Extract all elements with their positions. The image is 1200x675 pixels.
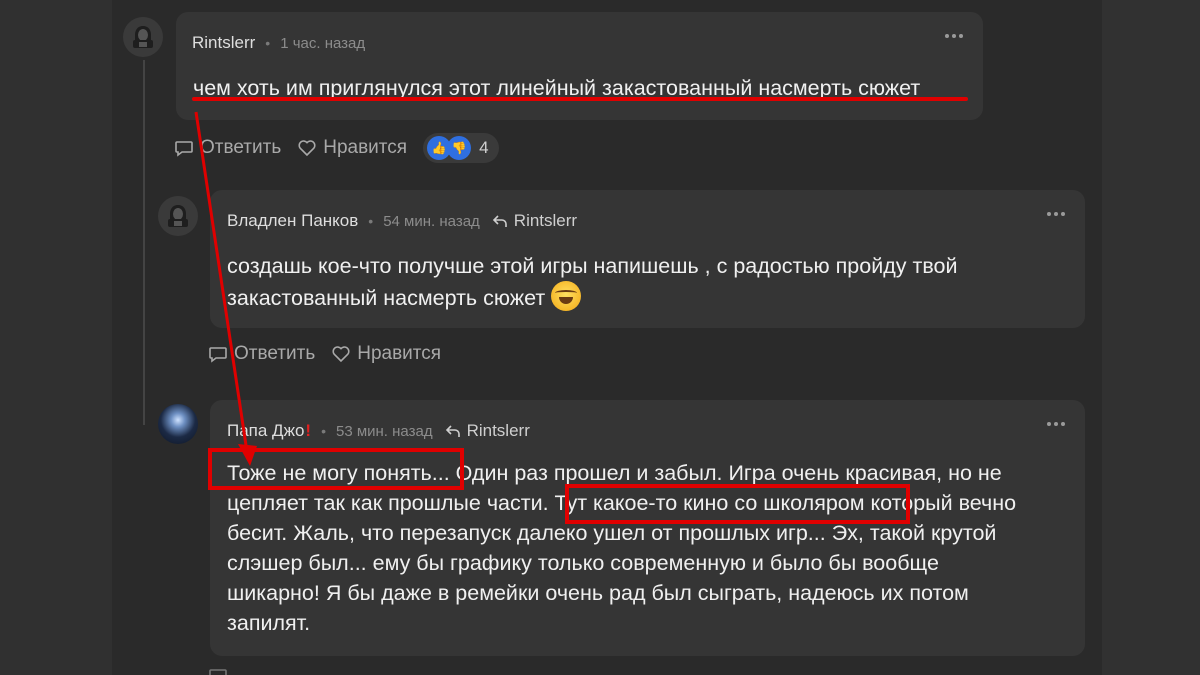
comment-text-line: запилят.: [227, 611, 311, 635]
reply-to-name: Rintslerr: [513, 211, 578, 230]
comment-actions-cutoff: [208, 666, 250, 675]
reply-label: Ответить: [200, 137, 282, 158]
avatar[interactable]: [158, 404, 198, 444]
comment-actions: Ответить Нравится 👍 👎 4: [174, 133, 499, 163]
comment-text-segment: цепляет так как прошлые части.: [227, 491, 555, 515]
separator-dot: •: [321, 423, 326, 439]
comment-author[interactable]: Rintslerr: [192, 33, 255, 53]
right-margin: [1102, 0, 1200, 675]
highlight-box: [208, 448, 464, 490]
reply-to-name: Rintslerr: [466, 421, 530, 440]
comment-text-line: закастованный насмерть сюжет: [227, 281, 1067, 313]
comment-author[interactable]: Папа Джо!: [227, 421, 311, 441]
comment-time: 1 час. назад: [280, 34, 366, 52]
comment-text-line: шикарно! Я бы даже в ремейки очень рад б…: [227, 581, 969, 605]
avatar[interactable]: [123, 17, 163, 57]
separator-dot: •: [368, 213, 374, 229]
comment-text-line: создашь кое-что получше этой игры напише…: [227, 254, 958, 278]
reply-button[interactable]: Ответить: [174, 137, 281, 159]
comment-text-segment: закастованный насмерть сюжет: [227, 286, 546, 310]
comment-text: создашь кое-что получше этой игры напише…: [227, 251, 1067, 313]
reply-button[interactable]: Ответить: [208, 343, 315, 365]
comment-time: 54 мин. назад: [383, 212, 480, 230]
comment-meta: Rintslerr • 1 час. назад: [192, 33, 365, 53]
hacker-avatar-icon: [168, 205, 188, 227]
comment-author[interactable]: Владлен Панков: [227, 211, 358, 231]
comment-actions: Ответить Нравится: [208, 343, 457, 365]
comment-card: Папа Джо! • 53 мин. назад Rintslerr Тоже…: [210, 400, 1085, 656]
reply-label: Ответить: [234, 343, 316, 364]
highlight-underline: [192, 97, 968, 101]
thread-line-2: [143, 195, 163, 425]
reply-arrow-icon: [492, 215, 507, 227]
comment-text-line: слэшер был... ему бы графику только совр…: [227, 551, 939, 575]
left-margin: [0, 0, 112, 675]
comment-card: Rintslerr • 1 час. назад чем хоть им при…: [176, 12, 983, 120]
speech-bubble-icon: [209, 347, 227, 363]
comment-meta: Владлен Панков • 54 мин. назад Rintslerr: [227, 211, 577, 231]
author-badge: !: [305, 421, 312, 440]
comment-meta: Папа Джо! • 53 мин. назад Rintslerr: [227, 421, 530, 441]
reply-button[interactable]: [208, 666, 234, 675]
speech-bubble-icon: [209, 669, 227, 675]
avatar[interactable]: [158, 196, 198, 236]
hacker-avatar-icon: [133, 26, 153, 48]
heart-icon: [298, 140, 316, 157]
reactions-summary[interactable]: 👍 👎 4: [423, 133, 499, 163]
comment-text-segment: Один раз прошел и забыл. Игра очень крас…: [449, 461, 1002, 485]
reply-to-link[interactable]: Rintslerr: [492, 211, 577, 231]
separator-dot: •: [265, 35, 271, 51]
more-dots-icon[interactable]: [945, 34, 963, 40]
more-dots-icon[interactable]: [1047, 422, 1065, 428]
like-button[interactable]: Нравится: [331, 343, 441, 365]
author-name: Папа Джо: [227, 421, 305, 440]
thumbs-down-icon: 👎: [447, 136, 472, 160]
laughing-emoji-icon: [551, 281, 582, 311]
reply-arrow-icon: [445, 425, 460, 437]
reactions-count: 4: [479, 138, 489, 157]
like-button[interactable]: Нравится: [297, 137, 407, 159]
speech-bubble-icon: [175, 141, 193, 157]
highlight-box: [565, 484, 910, 524]
like-label: Нравится: [357, 343, 442, 364]
heart-icon: [332, 346, 350, 363]
more-dots-icon[interactable]: [1047, 212, 1065, 218]
comment-time: 53 мин. назад: [335, 422, 433, 440]
like-label: Нравится: [323, 137, 408, 158]
reply-to-link[interactable]: Rintslerr: [445, 421, 530, 441]
comment-card: Владлен Панков • 54 мин. назад Rintslerr…: [210, 190, 1085, 328]
